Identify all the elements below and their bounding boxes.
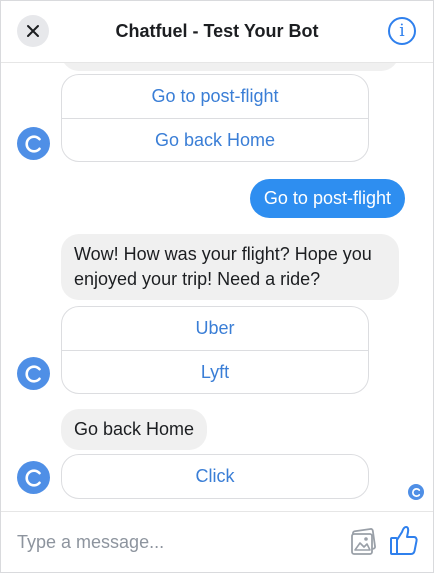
bot-avatar <box>17 461 50 494</box>
image-icon <box>351 528 376 555</box>
chatfuel-logo-icon <box>24 134 41 153</box>
click-button[interactable]: Click <box>62 455 368 498</box>
message-composer <box>1 511 433 572</box>
message-input[interactable] <box>17 524 337 560</box>
bot-avatar <box>17 127 50 160</box>
image-upload-button[interactable] <box>350 528 378 561</box>
thumbs-up-icon <box>390 526 418 555</box>
bot-message-bubble-1: Wow! How was your flight? Hope you enjoy… <box>61 234 399 300</box>
uber-button[interactable]: Uber <box>62 307 368 350</box>
info-button[interactable]: i <box>388 17 416 45</box>
bot-message-bubble-2: Go back Home <box>61 409 208 450</box>
chat-header: Chatfuel - Test Your Bot i <box>1 1 433 63</box>
chatfuel-logo-icon <box>24 364 41 383</box>
chatfuel-logo-icon <box>24 468 41 487</box>
user-message-bubble: Go to post-flight <box>249 179 405 218</box>
info-icon: i <box>399 21 405 41</box>
message-list[interactable]: Go to post-flight Go back Home Go to pos… <box>1 1 433 509</box>
quick-reply-group-3: Click <box>61 454 369 499</box>
chatfuel-logo-icon <box>411 487 420 497</box>
go-to-post-flight-button[interactable]: Go to post-flight <box>62 75 368 118</box>
chat-window: Go to post-flight Go back Home Go to pos… <box>0 0 434 573</box>
quick-reply-group-2: Uber Lyft <box>61 306 369 394</box>
page-title: Chatfuel - Test Your Bot <box>115 21 319 41</box>
bot-avatar <box>17 357 50 390</box>
go-back-home-button[interactable]: Go back Home <box>62 118 368 161</box>
like-button[interactable] <box>389 525 419 562</box>
quick-reply-group-1: Go to post-flight Go back Home <box>61 74 369 162</box>
seen-indicator-avatar <box>408 484 424 500</box>
lyft-button[interactable]: Lyft <box>62 350 368 393</box>
